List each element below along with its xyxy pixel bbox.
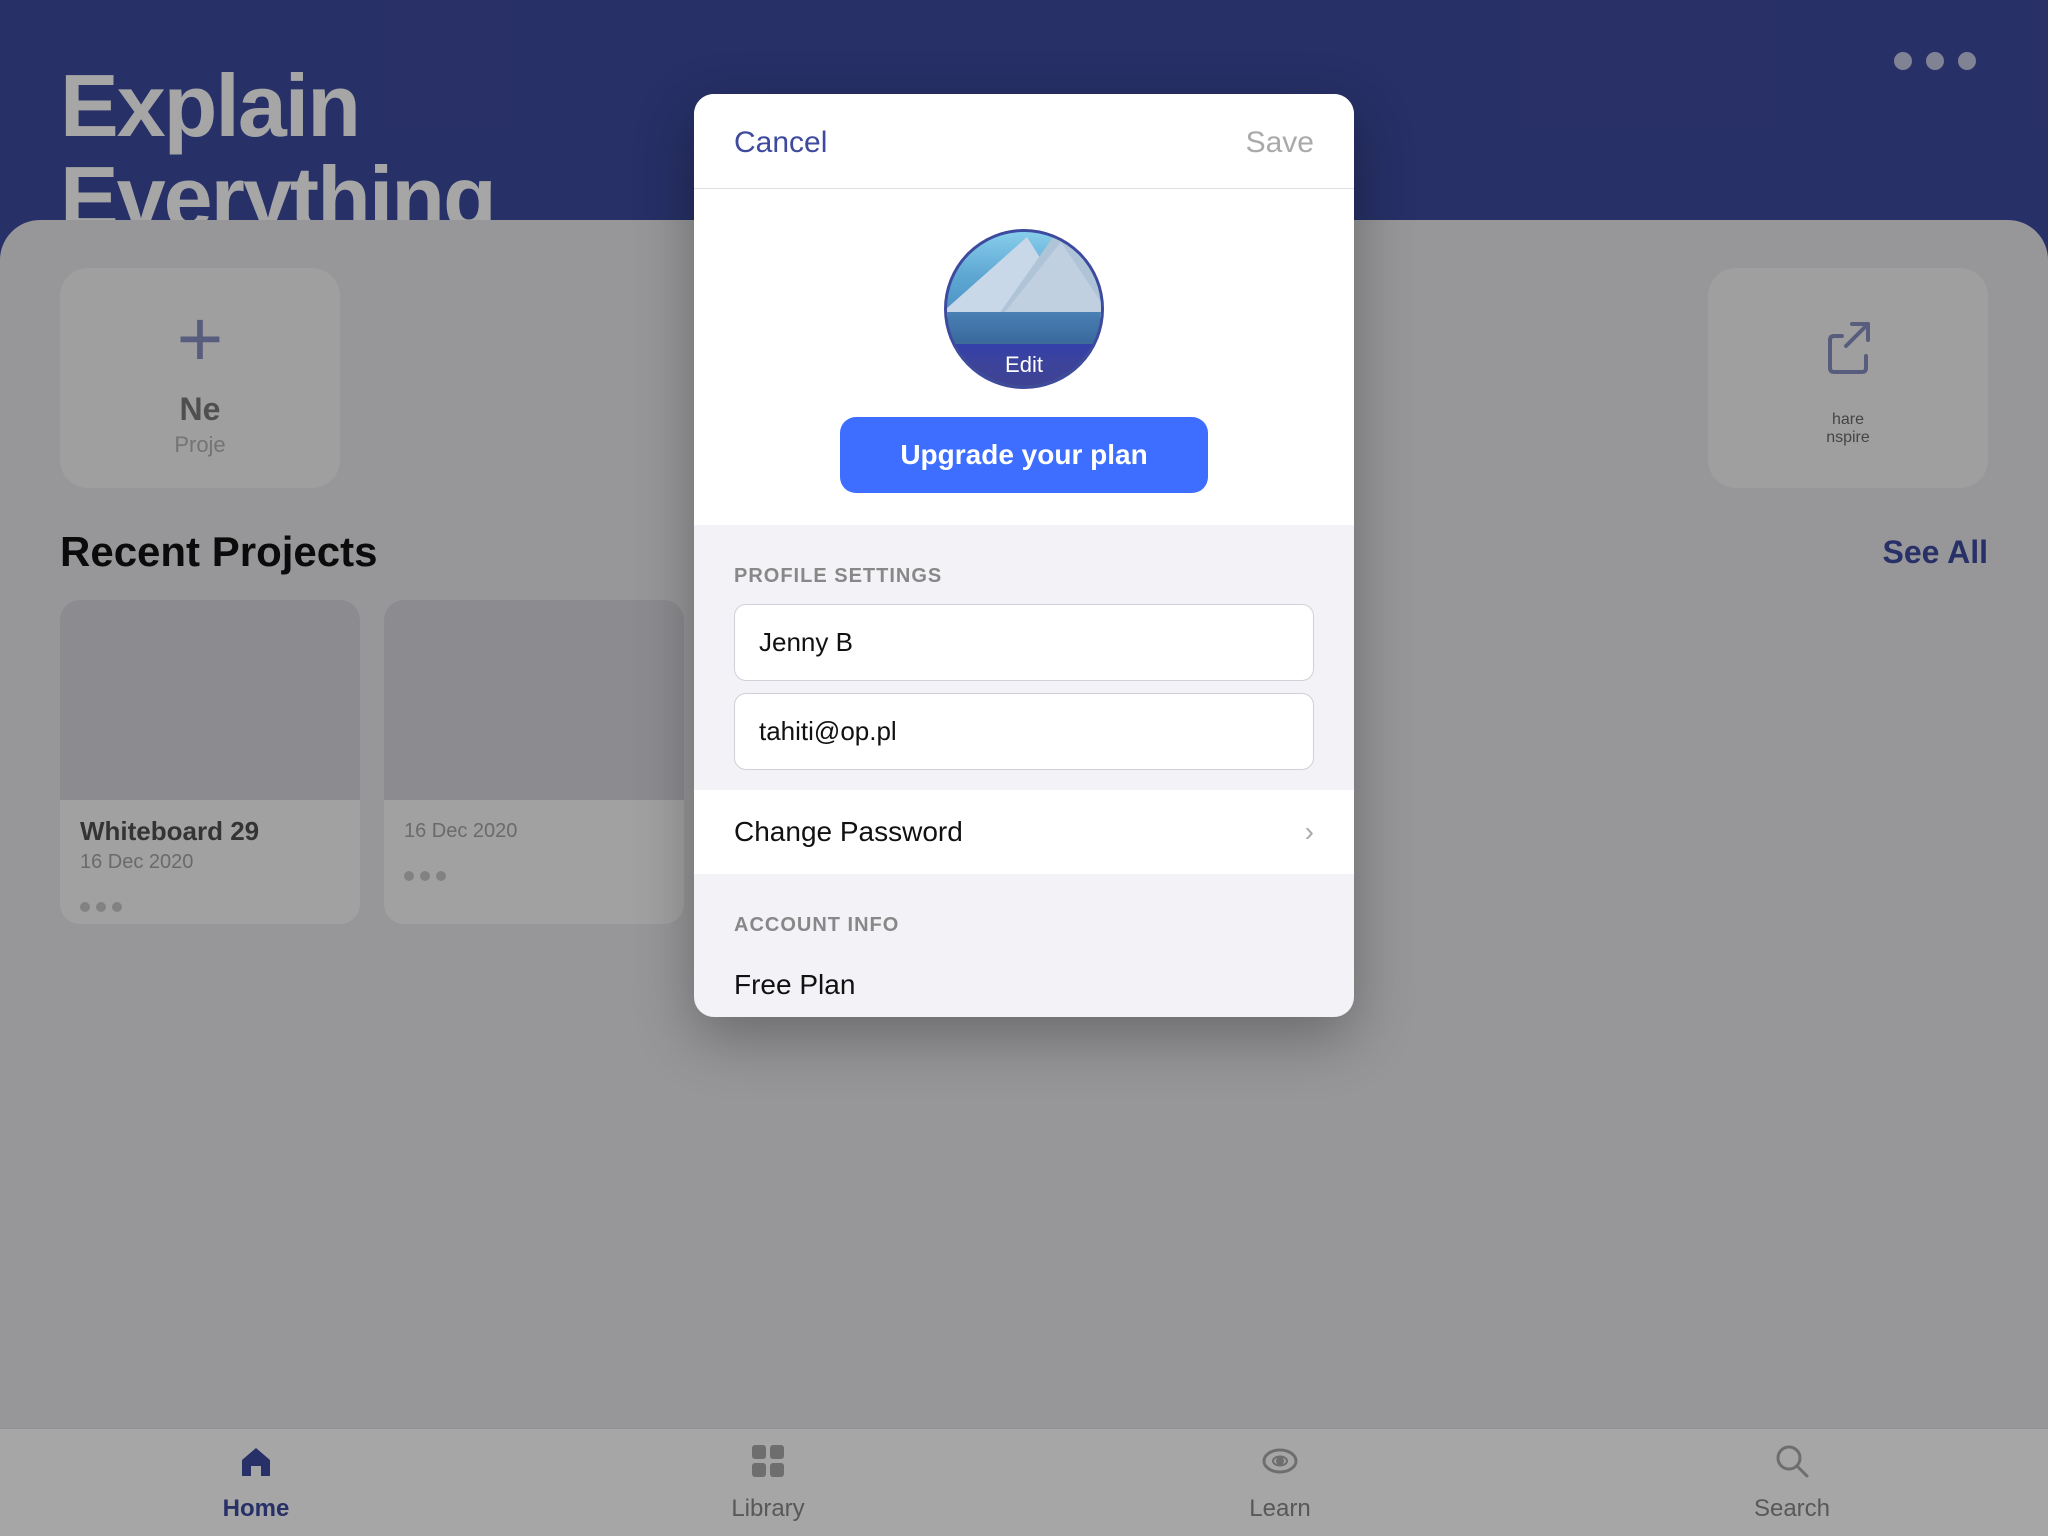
save-button[interactable]: Save: [1246, 126, 1314, 160]
profile-settings-section: PROFILE SETTINGS: [694, 533, 1354, 782]
plan-value: Free Plan: [734, 953, 1314, 1017]
change-password-label: Change Password: [734, 816, 963, 848]
avatar-section: Edit Upgrade your plan: [694, 189, 1354, 525]
modal-header: Cancel Save: [694, 94, 1354, 189]
email-input[interactable]: [734, 693, 1314, 770]
avatar[interactable]: Edit: [944, 229, 1104, 389]
upgrade-button[interactable]: Upgrade your plan: [840, 417, 1207, 493]
change-password-row[interactable]: Change Password ›: [694, 790, 1354, 874]
name-input[interactable]: [734, 604, 1314, 681]
profile-settings-label: PROFILE SETTINGS: [734, 565, 1314, 588]
avatar-edit-label[interactable]: Edit: [947, 344, 1101, 386]
profile-modal: Cancel Save Edit Upgrade your plan PROFI…: [694, 94, 1354, 1017]
chevron-right-icon: ›: [1305, 816, 1314, 848]
avatar-mountains: [947, 240, 1101, 317]
cancel-button[interactable]: Cancel: [734, 126, 827, 160]
account-info-section: ACCOUNT INFO Free Plan: [694, 882, 1354, 1017]
account-info-label: ACCOUNT INFO: [734, 914, 1314, 937]
mountain3: [1001, 242, 1104, 317]
modal-overlay: Cancel Save Edit Upgrade your plan PROFI…: [0, 0, 2048, 1536]
